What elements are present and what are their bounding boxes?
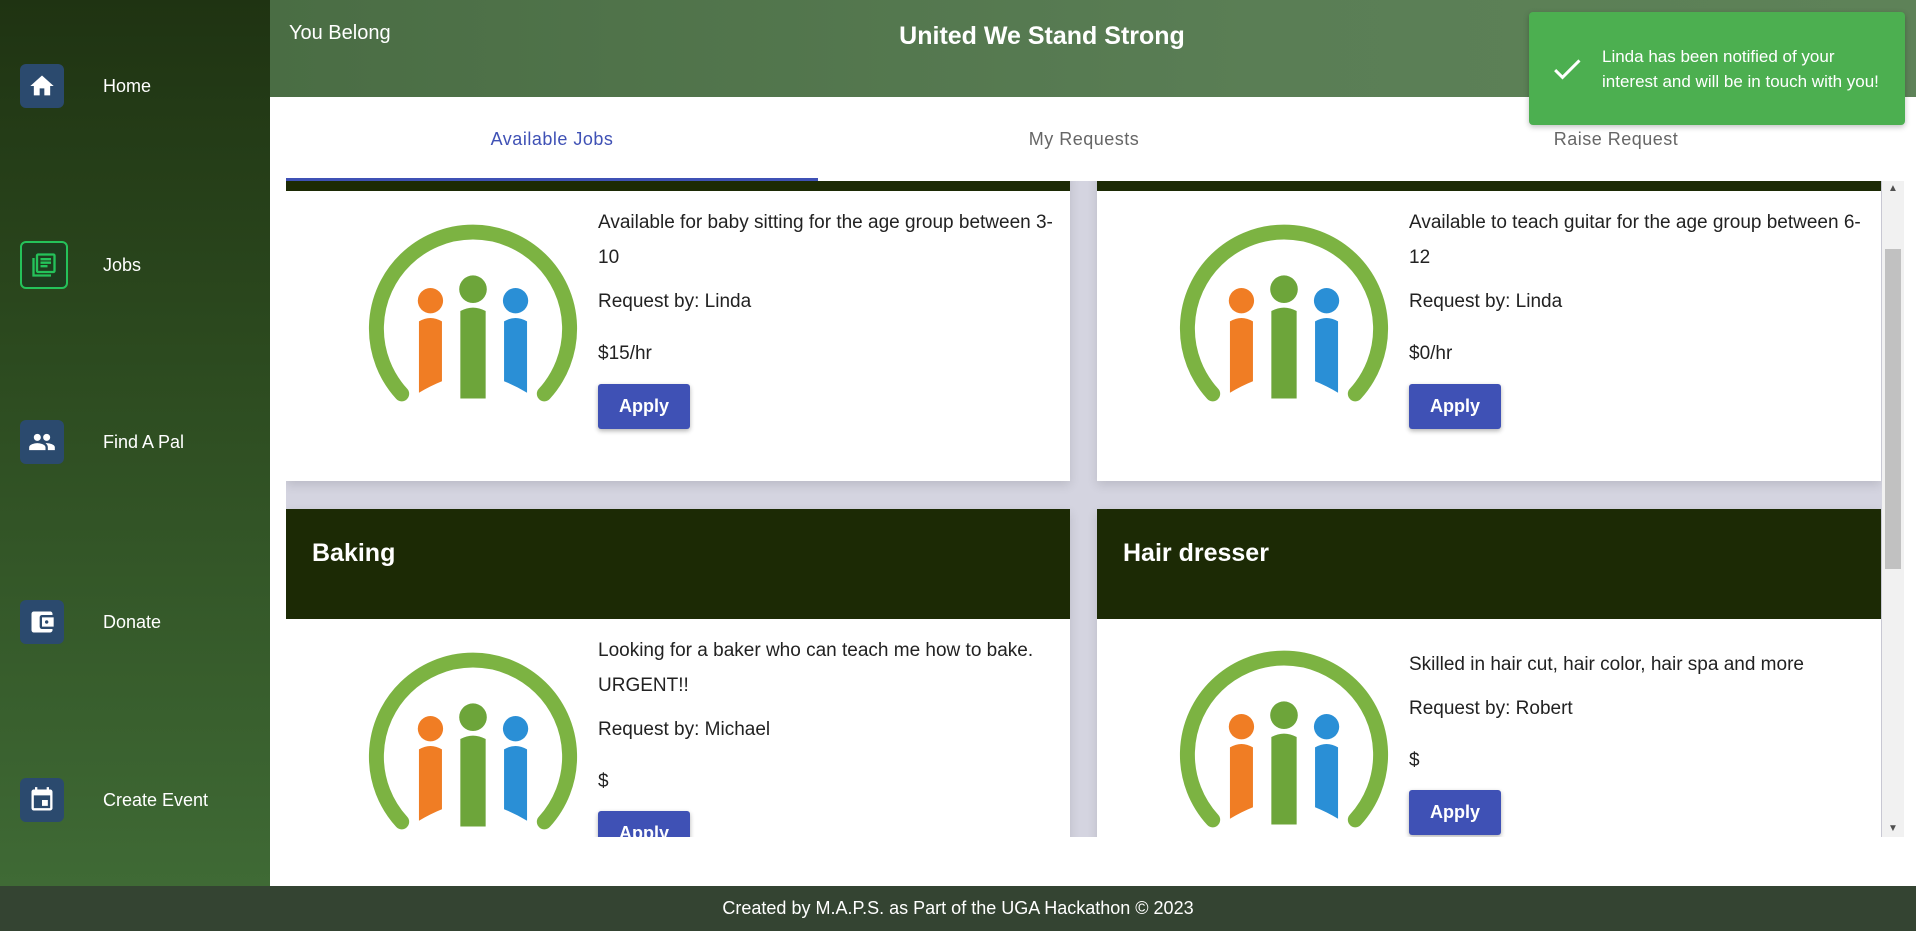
card-header: Baking: [286, 509, 1070, 619]
job-card: Available to teach guitar for the age gr…: [1097, 181, 1881, 481]
job-rate: $: [1409, 750, 1420, 771]
job-title: Baking: [312, 539, 396, 567]
job-card: Baking Looking for a baker who can teach…: [286, 509, 1070, 837]
newspaper-icon: [20, 241, 68, 289]
scroll-up-icon[interactable]: ▲: [1882, 181, 1904, 197]
sidebar-item-label: Create Event: [103, 789, 209, 810]
sidebar-item-label: Donate: [103, 611, 162, 632]
job-description: Looking for a baker who can teach me how…: [598, 640, 1034, 696]
apply-button[interactable]: Apply: [1409, 384, 1501, 429]
job-title: Hair dresser: [1123, 539, 1269, 567]
sidebar-item-jobs[interactable]: Jobs: [20, 241, 141, 289]
apply-button[interactable]: Apply: [1409, 790, 1501, 835]
jobs-list[interactable]: Available for baby sitting for the age g…: [286, 181, 1882, 837]
job-requester: Request by: Linda: [1409, 291, 1563, 312]
job-rate: $15/hr: [598, 343, 652, 364]
job-description: Available to teach guitar for the age gr…: [1409, 212, 1861, 268]
job-description: Skilled in hair cut, hair color, hair sp…: [1409, 654, 1804, 675]
apply-button[interactable]: Apply: [598, 811, 690, 837]
job-description: Available for baby sitting for the age g…: [598, 212, 1053, 268]
community-logo-icon: [1179, 224, 1389, 402]
job-card: Available for baby sitting for the age g…: [286, 181, 1070, 481]
sidebar-item-label: Home: [103, 75, 152, 96]
sidebar-item-create-event[interactable]: Create Event: [20, 778, 208, 822]
tab-available-jobs[interactable]: Available Jobs: [286, 97, 818, 181]
footer: Created by M.A.P.S. as Part of the UGA H…: [0, 886, 1916, 931]
toast-message: Linda has been notified of your interest…: [1602, 46, 1879, 91]
job-rate: $0/hr: [1409, 343, 1453, 364]
sidebar-item-donate[interactable]: Donate: [20, 600, 161, 644]
job-card: Hair dresser Skilled in hair cut, hair c…: [1097, 509, 1881, 837]
wallet-icon: [20, 600, 64, 644]
sidebar-item-find-a-pal[interactable]: Find A Pal: [20, 420, 184, 464]
scrollbar-thumb[interactable]: [1885, 249, 1901, 569]
calendar-icon: [20, 778, 64, 822]
scrollbar[interactable]: ▲ ▼: [1882, 181, 1904, 837]
scroll-down-icon[interactable]: ▼: [1882, 821, 1904, 837]
community-logo-icon: [368, 652, 578, 830]
sidebar-item-label: Jobs: [103, 254, 142, 275]
home-icon: [20, 64, 64, 108]
job-requester: Request by: Linda: [598, 291, 752, 312]
community-logo-icon: [368, 224, 578, 402]
sidebar: Home Jobs Find A Pal Donate Create Event: [0, 0, 270, 886]
sidebar-item-home[interactable]: Home: [20, 64, 151, 108]
job-rate: $: [598, 771, 609, 792]
community-logo-icon: [1179, 650, 1389, 828]
card-header: [286, 181, 1070, 191]
people-icon: [20, 420, 64, 464]
job-requester: Request by: Robert: [1409, 698, 1573, 719]
job-requester: Request by: Michael: [598, 719, 771, 740]
card-header: [1097, 181, 1881, 191]
apply-button[interactable]: Apply: [598, 384, 690, 429]
tab-my-requests[interactable]: My Requests: [818, 97, 1350, 181]
check-icon: [1554, 58, 1581, 79]
sidebar-item-label: Find A Pal: [103, 431, 185, 452]
card-header: Hair dresser: [1097, 509, 1881, 619]
notification-toast[interactable]: Linda has been notified of your interest…: [1529, 12, 1905, 125]
